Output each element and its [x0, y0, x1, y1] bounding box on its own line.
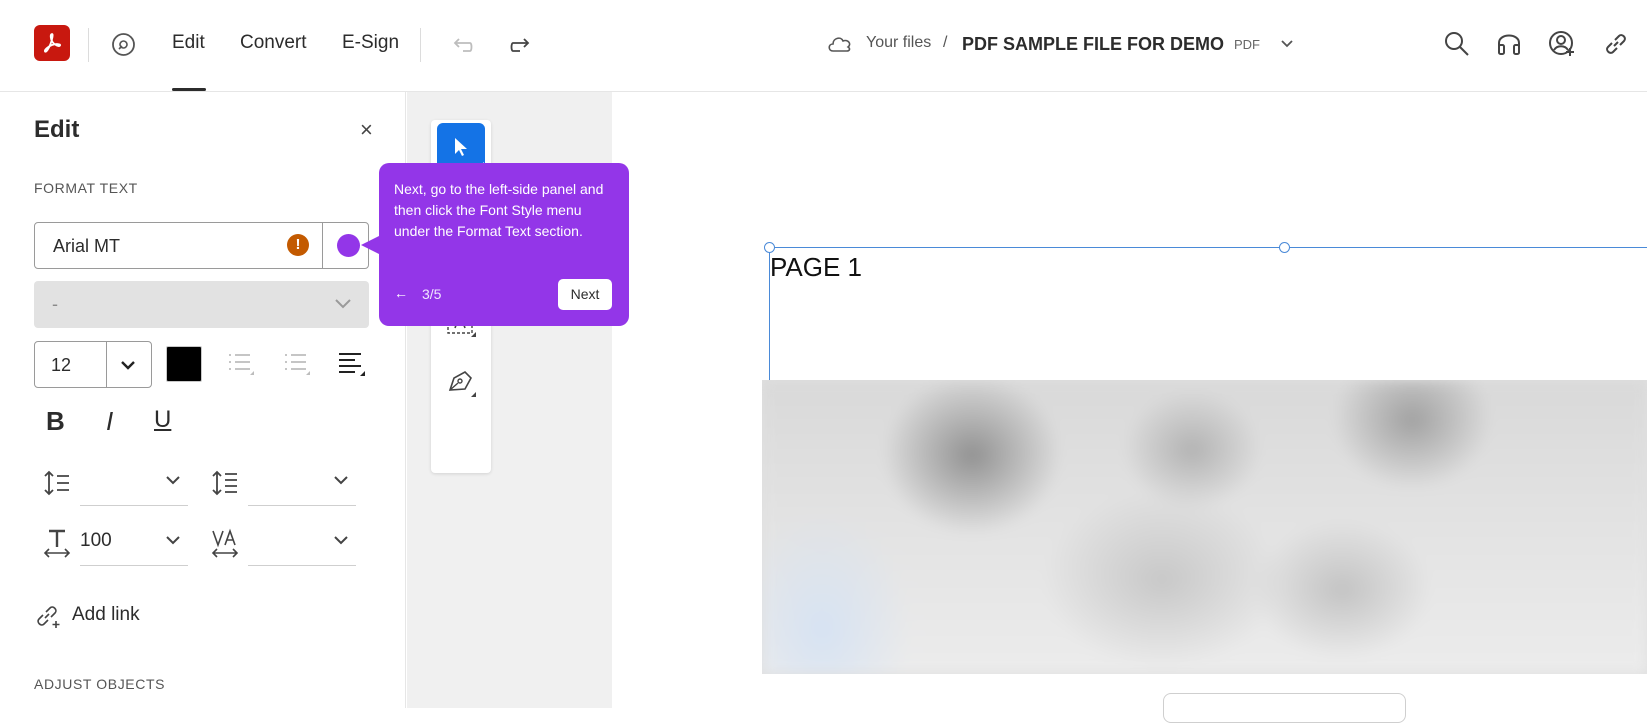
close-panel-button[interactable]: ×	[360, 117, 373, 143]
search-icon[interactable]	[1443, 30, 1471, 58]
font-size-select[interactable]: 12	[34, 341, 152, 388]
font-warning-icon[interactable]: !	[287, 234, 309, 256]
cloud-icon	[828, 37, 851, 52]
kerning-input[interactable]	[248, 565, 356, 566]
chevron-down-icon	[121, 361, 135, 370]
divider	[420, 28, 421, 62]
cursor-icon	[455, 138, 467, 156]
document-type-badge: PDF	[1234, 37, 1260, 52]
headphones-icon[interactable]	[1495, 30, 1523, 58]
tooltip-step-counter: 3/5	[422, 286, 442, 302]
text-color-swatch[interactable]	[166, 346, 202, 382]
page-heading-text[interactable]: PAGE 1	[770, 252, 862, 283]
bold-button[interactable]: B	[46, 406, 65, 437]
account-add-icon[interactable]	[1548, 30, 1576, 58]
paragraph-spacing-input[interactable]	[248, 505, 356, 506]
redo-icon[interactable]	[507, 32, 535, 60]
acrobat-logo[interactable]	[34, 25, 70, 61]
font-style-select[interactable]: -	[34, 281, 369, 328]
breadcrumb-separator: /	[943, 34, 948, 51]
line-spacing-icon	[44, 470, 69, 496]
kerning-icon	[211, 528, 239, 558]
tooltip-arrow	[361, 236, 379, 254]
format-text-heading: FORMAT TEXT	[34, 180, 138, 196]
align-left-icon[interactable]	[336, 349, 366, 379]
tooltip-back-button[interactable]: ←	[394, 285, 408, 301]
link-icon[interactable]	[1602, 30, 1630, 58]
page-controls[interactable]	[1163, 693, 1406, 723]
active-tab-indicator	[172, 88, 206, 91]
font-style-value: -	[52, 294, 58, 314]
scale-input[interactable]	[80, 565, 188, 566]
chevron-down-icon[interactable]	[332, 474, 350, 486]
italic-button[interactable]: I	[106, 406, 113, 437]
blurred-image-fill	[762, 380, 1647, 674]
blurred-image	[762, 380, 1647, 674]
paragraph-spacing-icon	[212, 470, 237, 496]
underline-button[interactable]: U	[154, 406, 171, 434]
top-bar: Edit Convert E-Sign Your files / PDF SAM…	[0, 0, 1647, 92]
edit-panel: Edit × FORMAT TEXT Arial MT ! - 12 B I U	[0, 92, 406, 708]
font-name-value: Arial MT	[53, 236, 120, 256]
bullet-list-icon[interactable]	[226, 349, 256, 379]
document-title[interactable]: PDF SAMPLE FILE FOR DEMO	[962, 34, 1224, 55]
undo-icon[interactable]	[448, 32, 476, 60]
panel-title: Edit	[34, 116, 80, 143]
breadcrumb-your-files[interactable]: Your files	[866, 34, 931, 52]
chevron-down-icon[interactable]	[332, 534, 350, 546]
resize-handle[interactable]	[1279, 242, 1290, 253]
horizontal-scale-icon	[43, 529, 71, 558]
font-family-select[interactable]: Arial MT !	[34, 222, 369, 269]
line-spacing-input[interactable]	[80, 505, 188, 506]
tooltip-pointer-dot	[337, 234, 360, 257]
adjust-objects-heading: ADJUST OBJECTS	[34, 676, 166, 692]
draw-pen-icon[interactable]	[445, 366, 477, 398]
tab-edit[interactable]: Edit	[172, 32, 205, 54]
divider	[322, 223, 323, 268]
add-link-icon[interactable]	[34, 603, 64, 629]
numbered-list-icon[interactable]	[282, 349, 312, 379]
tooltip-next-button[interactable]: Next	[558, 279, 612, 310]
chevron-down-icon[interactable]	[164, 534, 182, 546]
chevron-down-icon	[335, 299, 351, 309]
font-size-value: 12	[51, 355, 72, 375]
tooltip-text: Next, go to the left-side panel and then…	[394, 181, 604, 239]
acrobat-icon	[43, 33, 62, 53]
add-link-button[interactable]: Add link	[72, 604, 140, 626]
selected-text-box[interactable]	[769, 247, 1647, 387]
tab-esign[interactable]: E-Sign	[342, 32, 399, 54]
guide-tooltip: Next, go to the left-side panel and then…	[379, 163, 629, 326]
scale-value: 100	[80, 530, 112, 551]
divider	[88, 28, 89, 62]
divider	[106, 342, 107, 387]
chevron-down-icon[interactable]	[164, 474, 182, 486]
compass-icon[interactable]	[111, 32, 136, 57]
tab-convert[interactable]: Convert	[240, 32, 307, 54]
chevron-down-icon[interactable]	[1280, 38, 1294, 50]
